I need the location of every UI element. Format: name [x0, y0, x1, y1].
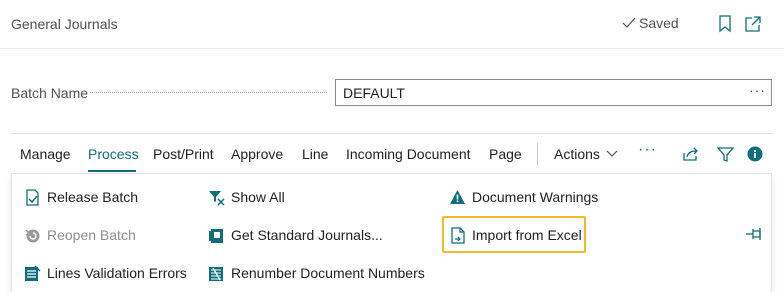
get-standard-journals-label: Get Standard Journals... [231, 227, 383, 243]
active-tab-indicator [88, 170, 136, 172]
release-batch-label: Release Batch [47, 189, 139, 205]
page-title: General Journals [11, 16, 118, 32]
show-all-label: Show All [231, 189, 285, 205]
tab-separator [537, 143, 538, 166]
document-warnings-label: Document Warnings [472, 189, 599, 205]
get-standard-journals-action[interactable]: Get Standard Journals... [208, 225, 383, 245]
release-document-icon [24, 188, 41, 206]
renumber-document-numbers-label: Renumber Document Numbers [231, 265, 425, 281]
batch-name-input[interactable]: DEFAULT [335, 79, 772, 106]
tab-actions-label: Actions [554, 146, 600, 162]
reopen-batch-action[interactable]: Reopen Batch [24, 225, 136, 245]
reopen-batch-label: Reopen Batch [47, 227, 136, 243]
pin-icon[interactable] [745, 226, 765, 242]
tab-process[interactable]: Process [88, 146, 139, 162]
checkmark-icon [622, 17, 636, 28]
open-new-window-icon[interactable] [744, 14, 762, 34]
lines-validation-errors-action[interactable]: Lines Validation Errors [24, 263, 187, 283]
tab-manage[interactable]: Manage [20, 146, 71, 162]
renumber-document-numbers-action[interactable]: Renumber Document Numbers [208, 263, 425, 283]
lines-validation-icon [24, 265, 41, 282]
tab-actions[interactable]: Actions [554, 146, 618, 162]
tab-line[interactable]: Line [302, 146, 328, 162]
show-all-icon [208, 189, 225, 206]
saved-status: Saved [622, 15, 679, 31]
section-divider [11, 133, 773, 134]
tab-post-print[interactable]: Post/Print [153, 146, 214, 162]
saved-label: Saved [639, 15, 679, 31]
warning-icon [449, 189, 466, 206]
batch-name-lookup-button[interactable]: ··· [749, 82, 766, 98]
import-from-excel-action[interactable]: Import from Excel [449, 225, 582, 245]
get-standard-journals-icon [208, 227, 225, 244]
tab-incoming-document[interactable]: Incoming Document [346, 146, 471, 162]
reopen-icon [24, 227, 41, 244]
lines-validation-errors-label: Lines Validation Errors [47, 265, 187, 281]
show-all-action[interactable]: Show All [208, 187, 285, 207]
info-icon[interactable] [746, 145, 764, 163]
tab-page[interactable]: Page [489, 146, 522, 162]
renumber-icon [208, 265, 225, 282]
bookmark-icon[interactable] [716, 14, 734, 34]
release-batch-action[interactable]: Release Batch [24, 187, 138, 207]
header-divider [0, 48, 784, 49]
chevron-down-icon [606, 150, 618, 157]
share-icon[interactable] [682, 145, 700, 163]
field-leader-dots [90, 92, 327, 93]
filter-icon[interactable] [716, 145, 734, 163]
more-options-button[interactable]: ··· [638, 141, 657, 159]
import-from-excel-label: Import from Excel [472, 227, 582, 243]
batch-name-label: Batch Name [11, 85, 89, 101]
document-warnings-action[interactable]: Document Warnings [449, 187, 598, 207]
tab-approve[interactable]: Approve [231, 146, 283, 162]
import-excel-icon [449, 226, 466, 244]
